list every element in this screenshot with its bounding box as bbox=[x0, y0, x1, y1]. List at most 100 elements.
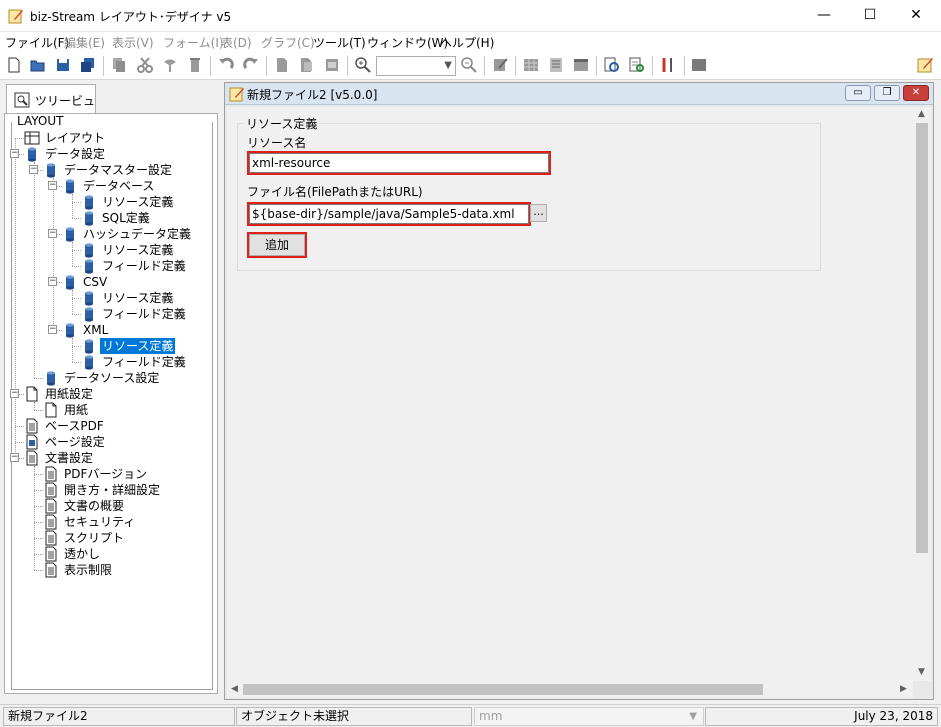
list-icon[interactable] bbox=[547, 56, 565, 74]
collapse-icon[interactable]: − bbox=[10, 389, 19, 398]
document-icon bbox=[43, 546, 59, 562]
tree-connector bbox=[34, 538, 43, 539]
scroll-down-icon[interactable]: ▼ bbox=[918, 667, 925, 677]
page-image-icon[interactable] bbox=[323, 56, 341, 74]
delete-icon[interactable] bbox=[186, 56, 204, 74]
page-icon[interactable] bbox=[273, 56, 291, 74]
menu-graph[interactable]: グラフ(C) bbox=[261, 34, 315, 51]
status-date: July 23, 2018 bbox=[705, 707, 938, 726]
collapse-icon[interactable]: − bbox=[29, 165, 38, 174]
document-title: 新規ファイル2 [v5.0.0] bbox=[247, 88, 378, 102]
vertical-scroll-thumb[interactable] bbox=[916, 123, 928, 553]
tree-connector bbox=[72, 242, 73, 266]
toolbar-separator bbox=[103, 56, 104, 76]
tree-connector bbox=[34, 490, 43, 491]
tree-node-label: データマスター設定 bbox=[64, 163, 173, 177]
horizontal-scroll-thumb[interactable] bbox=[243, 684, 763, 695]
tools-icon[interactable] bbox=[659, 56, 677, 74]
tree-connector bbox=[72, 194, 73, 218]
menu-table[interactable]: 表(D) bbox=[221, 34, 252, 51]
undo-icon[interactable] bbox=[217, 56, 235, 74]
tree-view-icon bbox=[14, 92, 30, 108]
menu-tools[interactable]: ツール(T) bbox=[313, 34, 366, 51]
tree-connector bbox=[72, 290, 73, 314]
preview-icon[interactable] bbox=[603, 56, 621, 74]
database-icon bbox=[43, 370, 59, 386]
collapse-icon[interactable]: − bbox=[10, 149, 19, 158]
tree-node-label: 文書設定 bbox=[45, 451, 94, 465]
scroll-left-icon[interactable]: ◀ bbox=[231, 684, 238, 694]
close-button[interactable]: ✕ bbox=[893, 0, 939, 30]
vertical-scrollbar[interactable]: ▲ ▼ bbox=[913, 107, 931, 681]
tree-node-label: 文書の概要 bbox=[64, 499, 125, 513]
redo-icon[interactable] bbox=[242, 56, 260, 74]
collapse-icon[interactable]: − bbox=[48, 325, 57, 334]
status-bar: 新規ファイル2 オブジェクト未選択 mm ▼ July 23, 2018 bbox=[0, 704, 941, 727]
chevron-down-icon: ▼ bbox=[444, 60, 452, 71]
menu-window[interactable]: ウィンドウ(W) bbox=[367, 34, 448, 51]
document-restore-button[interactable]: ❐ bbox=[874, 85, 900, 101]
minimize-button[interactable]: — bbox=[801, 0, 847, 30]
toolbar: ▼ bbox=[0, 52, 941, 80]
menu-file[interactable]: ファイル(F) bbox=[5, 34, 69, 51]
scroll-right-icon[interactable]: ▶ bbox=[900, 684, 907, 694]
resource-definition-panel: リソース定義 リソース名 xml-resource ファイル名(FilePath… bbox=[227, 107, 913, 681]
paste-icon[interactable] bbox=[161, 56, 179, 74]
collapse-icon[interactable]: − bbox=[48, 277, 57, 286]
menu-view[interactable]: 表示(V) bbox=[112, 34, 154, 51]
save-all-icon[interactable] bbox=[79, 56, 97, 74]
tree-node-label: 表示制限 bbox=[64, 563, 113, 577]
file-name-input[interactable]: ${base-dir}/sample/java/Sample5-data.xml bbox=[247, 202, 531, 226]
scroll-up-icon[interactable]: ▲ bbox=[918, 109, 925, 119]
page-copy-icon[interactable] bbox=[298, 56, 316, 74]
tree-connector bbox=[72, 218, 81, 219]
paper-icon bbox=[24, 386, 40, 402]
edit-icon[interactable] bbox=[491, 56, 509, 74]
tree-connector bbox=[15, 426, 24, 427]
tree-node-label: レイアウト bbox=[45, 131, 106, 145]
zoom-out-icon[interactable] bbox=[460, 56, 478, 74]
tree-connector bbox=[72, 338, 73, 362]
table-icon[interactable] bbox=[572, 56, 590, 74]
resource-name-input[interactable]: xml-resource bbox=[247, 151, 551, 175]
collapse-icon[interactable]: − bbox=[48, 229, 57, 238]
tree-connector bbox=[34, 554, 43, 555]
toolbar-separator bbox=[484, 56, 485, 76]
maximize-button[interactable]: ☐ bbox=[847, 0, 893, 30]
horizontal-scrollbar[interactable]: ◀ ▶ bbox=[227, 681, 913, 698]
notes-icon[interactable] bbox=[916, 56, 934, 74]
tree-node-label: リソース定義 bbox=[100, 338, 176, 354]
document-icon bbox=[43, 482, 59, 498]
menu-form[interactable]: フォーム(I) bbox=[163, 34, 224, 51]
unit-select[interactable]: mm ▼ bbox=[474, 707, 704, 726]
zoom-combo[interactable]: ▼ bbox=[376, 56, 456, 76]
tree-node-label: フィールド定義 bbox=[102, 307, 186, 321]
tab-tree-view[interactable]: ツリービュー bbox=[6, 84, 96, 125]
cut-icon[interactable] bbox=[136, 56, 154, 74]
menu-edit[interactable]: 編集(E) bbox=[64, 34, 105, 51]
tree-node-label: ハッシュデータ定義 bbox=[83, 227, 192, 241]
window-title: biz-Stream レイアウト･デザイナ v5 bbox=[30, 10, 232, 24]
tree-connector bbox=[72, 298, 81, 299]
pdf-preview-icon[interactable] bbox=[628, 56, 646, 74]
add-button[interactable]: 追加 bbox=[247, 232, 307, 258]
zoom-in-icon[interactable] bbox=[354, 56, 372, 74]
menu-help[interactable]: ヘルプ(H) bbox=[440, 34, 494, 51]
browse-button[interactable]: ... bbox=[530, 204, 547, 222]
copy-icon[interactable] bbox=[110, 56, 128, 74]
grid-icon[interactable] bbox=[522, 56, 540, 74]
document-close-button[interactable]: ✕ bbox=[903, 85, 929, 101]
new-file-icon[interactable] bbox=[5, 56, 23, 74]
collapse-icon[interactable]: − bbox=[48, 181, 57, 190]
document-minimize-button[interactable]: ▭ bbox=[845, 85, 871, 101]
tree-connector bbox=[34, 522, 43, 523]
tree-connector bbox=[15, 442, 24, 443]
tree-node-label: SQL定義 bbox=[102, 211, 150, 225]
stop-icon[interactable] bbox=[690, 56, 708, 74]
save-icon[interactable] bbox=[54, 56, 72, 74]
document-title-bar: 新規ファイル2 [v5.0.0] ▭ ❐ ✕ bbox=[225, 83, 933, 105]
open-folder-icon[interactable] bbox=[29, 56, 47, 74]
tree-connector bbox=[34, 402, 35, 410]
tree-connector bbox=[72, 314, 81, 315]
collapse-icon[interactable]: − bbox=[10, 453, 19, 462]
